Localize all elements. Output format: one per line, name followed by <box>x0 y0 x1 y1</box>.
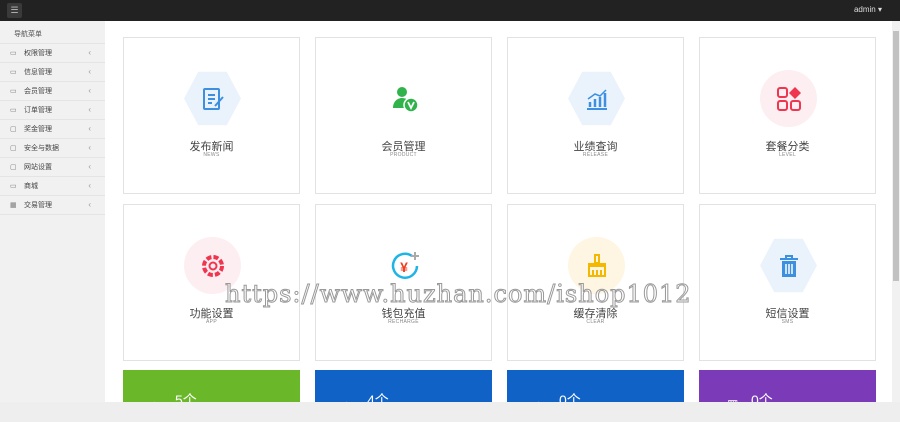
stat-icon: ○ <box>343 397 350 402</box>
menu-item-icon: ▢ <box>10 145 17 152</box>
sidebar-item-label: 安全与数据 <box>24 145 59 152</box>
stat-icon: ○ <box>151 397 158 402</box>
news-icon <box>184 71 241 126</box>
card-subtitle: NEWS <box>203 152 220 158</box>
chevron-left-icon: ‹ <box>88 181 91 190</box>
card-subtitle: CLEAR <box>586 319 605 325</box>
stat-icon: ○ <box>535 397 542 402</box>
chevron-left-icon: ‹ <box>88 143 91 152</box>
card-subtitle: SMS <box>781 319 794 325</box>
chevron-left-icon: ‹ <box>88 200 91 209</box>
user-menu[interactable]: admin ▾ <box>854 5 882 14</box>
sidebar-item[interactable]: ▭ 商城 ‹ <box>0 177 105 196</box>
sidebar-item-label: 交易管理 <box>24 202 52 209</box>
shortcut-card[interactable]: 业绩查询 RELEASE <box>507 37 684 194</box>
card-subtitle: RELEASE <box>582 152 609 158</box>
dashboard: 发布新闻 NEWS 会员管理 PRODUCT 业绩查询 RELEASE 套餐分类 LEVEL 功… <box>105 21 892 402</box>
sidebar-item-label: 奖金管理 <box>24 126 52 133</box>
menu-item-icon: ▦ <box>10 202 17 209</box>
chevron-left-icon: ‹ <box>88 67 91 76</box>
sidebar-item-label: 权限管理 <box>24 50 52 57</box>
sidebar-item[interactable]: ▭ 权限管理 ‹ <box>0 44 105 63</box>
stat-card[interactable]: ○ 4个 <box>315 370 492 402</box>
shortcut-card[interactable]: 功能设置 APP <box>123 204 300 361</box>
sidebar-item[interactable]: ▢ 奖金管理 ‹ <box>0 120 105 139</box>
stat-value: 0个 <box>559 392 581 402</box>
category-icon <box>760 70 817 127</box>
menu-item-icon: ▭ <box>10 88 17 95</box>
yen-icon: ¥ <box>376 237 433 294</box>
menu-item-icon: ▢ <box>10 126 17 133</box>
card-subtitle: PRODUCT <box>390 152 417 158</box>
shortcut-card[interactable]: 发布新闻 NEWS <box>123 37 300 194</box>
chevron-left-icon: ‹ <box>88 48 91 57</box>
sidebar-item[interactable]: ▢ 网站设置 ‹ <box>0 158 105 177</box>
stat-value: 5个 <box>175 392 197 402</box>
sidebar-item[interactable]: ▭ 订单管理 ‹ <box>0 101 105 120</box>
sidebar-item[interactable]: ▢ 安全与数据 ‹ <box>0 139 105 158</box>
sidebar-item[interactable]: ▦ 交易管理 ‹ <box>0 196 105 215</box>
top-bar: ☰ admin ▾ <box>0 0 900 21</box>
stat-value: 0个 <box>751 392 773 402</box>
menu-item-icon: ▢ <box>10 164 17 171</box>
shortcut-card[interactable]: 短信设置 SMS <box>699 204 876 361</box>
shortcut-card[interactable]: 缓存清除 CLEAR <box>507 204 684 361</box>
card-subtitle: LEVEL <box>778 152 797 158</box>
card-subtitle: RECHARGE <box>388 319 419 325</box>
stat-card[interactable]: ○ 5个 <box>123 370 300 402</box>
sidebar-item-label: 信息管理 <box>24 69 52 76</box>
svg-text:¥: ¥ <box>400 259 408 275</box>
sidebar-item-label: 商城 <box>24 183 38 190</box>
shortcut-card[interactable]: 会员管理 PRODUCT <box>315 37 492 194</box>
shortcut-card[interactable]: ¥ 钱包充值 RECHARGE <box>315 204 492 361</box>
stat-card[interactable]: ○ 0个 <box>507 370 684 402</box>
menu-item-icon: ▭ <box>10 183 17 190</box>
scrollbar[interactable] <box>892 21 900 402</box>
chevron-left-icon: ‹ <box>88 86 91 95</box>
stat-icon: ▦ <box>727 397 738 402</box>
chevron-left-icon: ‹ <box>88 162 91 171</box>
trash-icon <box>760 238 817 293</box>
sidebar-title: 导航菜单 <box>0 21 105 44</box>
card-subtitle: APP <box>206 319 217 325</box>
stat-card[interactable]: ▦ 0个 <box>699 370 876 402</box>
scrollbar-thumb[interactable] <box>893 31 899 281</box>
menu-item-icon: ▭ <box>10 69 17 76</box>
shortcut-card[interactable]: 套餐分类 LEVEL <box>699 37 876 194</box>
sidebar-item-label: 订单管理 <box>24 107 52 114</box>
chevron-left-icon: ‹ <box>88 105 91 114</box>
gear-icon <box>184 237 241 294</box>
menu-item-icon: ▭ <box>10 107 17 114</box>
menu-toggle-icon[interactable]: ☰ <box>7 3 22 18</box>
broom-icon <box>568 237 625 294</box>
chevron-left-icon: ‹ <box>88 124 91 133</box>
sidebar-item[interactable]: ▭ 会员管理 ‹ <box>0 82 105 101</box>
sidebar: 导航菜单 ▭ 权限管理 ‹ ▭ 信息管理 ‹ ▭ 会员管理 ‹ ▭ 订单管理 ‹ ▢ 奖金管理 ‹ ▢ 安全与数… <box>0 21 105 402</box>
member-icon <box>376 70 433 127</box>
sidebar-item-label: 会员管理 <box>24 88 52 95</box>
menu-item-icon: ▭ <box>10 50 17 57</box>
sidebar-item[interactable]: ▭ 信息管理 ‹ <box>0 63 105 82</box>
stat-value: 4个 <box>367 392 389 402</box>
chart-icon <box>568 71 625 126</box>
sidebar-item-label: 网站设置 <box>24 164 52 171</box>
